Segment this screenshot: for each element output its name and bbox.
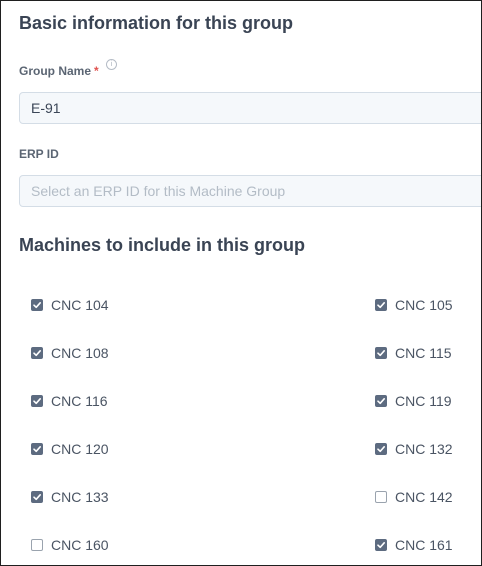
- check-icon: [377, 398, 385, 405]
- machine-checkbox-item[interactable]: CNC 120: [31, 439, 109, 459]
- required-marker: *: [94, 64, 99, 78]
- machine-label: CNC 105: [395, 297, 453, 313]
- machine-checkbox-item[interactable]: CNC 104: [31, 295, 109, 315]
- checkbox-checked[interactable]: [31, 299, 43, 311]
- checkbox-checked[interactable]: [31, 491, 43, 503]
- machine-label: CNC 120: [51, 441, 109, 457]
- check-icon: [33, 494, 41, 501]
- check-icon: [377, 542, 385, 549]
- machine-label: CNC 160: [51, 537, 109, 553]
- info-icon[interactable]: i: [106, 59, 117, 70]
- machine-label: CNC 119: [395, 393, 452, 409]
- machine-checkbox-item[interactable]: CNC 161: [375, 535, 453, 555]
- checkbox-checked[interactable]: [375, 443, 387, 455]
- machine-checkbox-item[interactable]: CNC 108: [31, 343, 109, 363]
- machine-checkbox-item[interactable]: CNC 142: [375, 487, 453, 507]
- machine-label: CNC 132: [395, 441, 453, 457]
- machine-checkbox-item[interactable]: CNC 115: [375, 343, 452, 363]
- checkbox-checked[interactable]: [31, 395, 43, 407]
- machine-label: CNC 116: [51, 393, 108, 409]
- checkbox-unchecked[interactable]: [31, 539, 43, 551]
- machine-label: CNC 161: [395, 537, 453, 553]
- check-icon: [377, 446, 385, 453]
- machine-label: CNC 108: [51, 345, 109, 361]
- machine-label: CNC 115: [395, 345, 452, 361]
- machines-heading: Machines to include in this group: [19, 235, 306, 255]
- checkbox-checked[interactable]: [375, 299, 387, 311]
- machine-checkbox-item[interactable]: CNC 105: [375, 295, 453, 315]
- group-name-label: Group Name * i: [19, 59, 117, 78]
- check-icon: [377, 302, 385, 309]
- machine-checkbox-item[interactable]: CNC 132: [375, 439, 453, 459]
- machine-label: CNC 142: [395, 489, 453, 505]
- checkbox-checked[interactable]: [31, 347, 43, 359]
- machine-group-form: Basic information for this group Group N…: [0, 0, 482, 566]
- machine-label: CNC 104: [51, 297, 109, 313]
- machine-checkbox-item[interactable]: CNC 116: [31, 391, 108, 411]
- checkbox-unchecked[interactable]: [375, 491, 387, 503]
- check-icon: [33, 398, 41, 405]
- machine-checkbox-item[interactable]: CNC 119: [375, 391, 452, 411]
- check-icon: [377, 350, 385, 357]
- machine-label: CNC 133: [51, 489, 109, 505]
- checkbox-checked[interactable]: [31, 443, 43, 455]
- checkbox-checked[interactable]: [375, 347, 387, 359]
- checkbox-checked[interactable]: [375, 395, 387, 407]
- basic-info-heading: Basic information for this group: [19, 13, 294, 33]
- group-name-input[interactable]: E-91: [19, 92, 481, 124]
- machine-checkbox-item[interactable]: CNC 133: [31, 487, 109, 507]
- check-icon: [33, 446, 41, 453]
- erp-id-select[interactable]: Select an ERP ID for this Machine Group: [19, 175, 481, 207]
- erp-id-label: ERP ID: [19, 147, 59, 161]
- check-icon: [33, 350, 41, 357]
- checkbox-checked[interactable]: [375, 539, 387, 551]
- group-name-label-text: Group Name: [19, 64, 92, 78]
- machine-checkbox-item[interactable]: CNC 160: [31, 535, 109, 555]
- check-icon: [33, 302, 41, 309]
